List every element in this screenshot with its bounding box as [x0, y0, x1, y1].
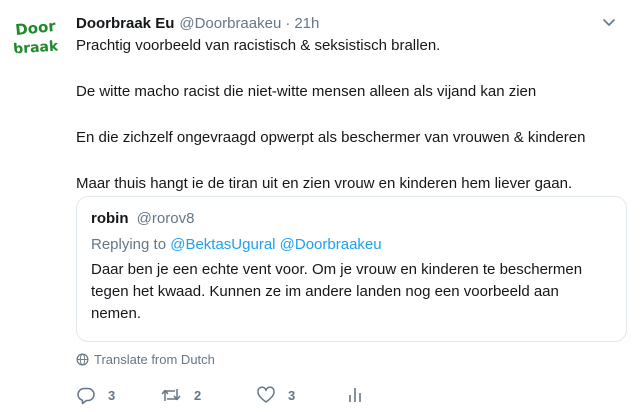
quoted-line: Daar ben je een echte vent voor. Om je v… [91, 261, 583, 278]
replying-to-handles[interactable]: @BektasUgural @Doorbraakeu [170, 236, 381, 253]
quoted-line: nemen. [91, 305, 142, 322]
author-handle[interactable]: @Doorbraakeu [179, 15, 281, 32]
tweet-header: Doorbraak Eu @Doorbraakeu · 21h [76, 12, 621, 34]
retweet-icon [161, 389, 181, 401]
quoted-author-handle: @rorov8 [136, 210, 195, 227]
heart-icon [257, 386, 275, 403]
quoted-author-name: robin [91, 210, 129, 227]
translate-label[interactable]: Translate from Dutch [94, 352, 215, 367]
retweet-count: 2 [194, 387, 202, 403]
like-count: 3 [288, 387, 296, 403]
tweet-timestamp[interactable]: 21h [294, 15, 319, 32]
chevron-down-icon[interactable] [601, 14, 617, 30]
analytics-button[interactable] [346, 384, 364, 406]
logo-text-line2: braak [13, 38, 60, 57]
translate-link[interactable]: Translate from Dutch [76, 350, 215, 368]
like-button[interactable]: 3 [256, 384, 346, 406]
quoted-tweet-text: Daar ben je een echte vent voor. Om je v… [91, 259, 612, 325]
replying-to: Replying to @BektasUgural @Doorbraakeu [91, 235, 612, 255]
reply-icon [77, 387, 95, 405]
reply-button[interactable]: 3 [76, 384, 160, 406]
author-name[interactable]: Doorbraak Eu [76, 15, 174, 32]
avatar[interactable]: Door braak [10, 10, 62, 62]
tweet-line: De witte macho racist die niet-witte men… [76, 83, 537, 100]
tweet-line: Maar thuis hangt ie de tiran uit en zien… [76, 175, 573, 192]
separator-dot: · [285, 14, 291, 32]
quoted-tweet[interactable]: robin @rorov8 Replying to @BektasUgural … [76, 196, 627, 342]
analytics-icon [349, 388, 361, 402]
reply-count: 3 [108, 387, 116, 403]
replying-to-prefix: Replying to [91, 236, 167, 253]
logo-text-line1: Door [14, 17, 57, 39]
tweet-line: Prachtig voorbeeld van racistisch & seks… [76, 37, 441, 54]
doorbraak-logo: Door braak [13, 17, 60, 58]
tweet-line: En die zichzelf ongevraagd opwerpt als b… [76, 129, 586, 146]
action-bar: 3 2 3 [76, 384, 364, 406]
quoted-line: tegen het kwaad. Kunnen ze im andere lan… [91, 283, 559, 300]
retweet-button[interactable]: 2 [160, 384, 256, 406]
globe-icon [76, 353, 89, 365]
tweet-text: Prachtig voorbeeld van racistisch & seks… [76, 36, 616, 194]
quoted-tweet-header: robin @rorov8 [91, 209, 612, 229]
